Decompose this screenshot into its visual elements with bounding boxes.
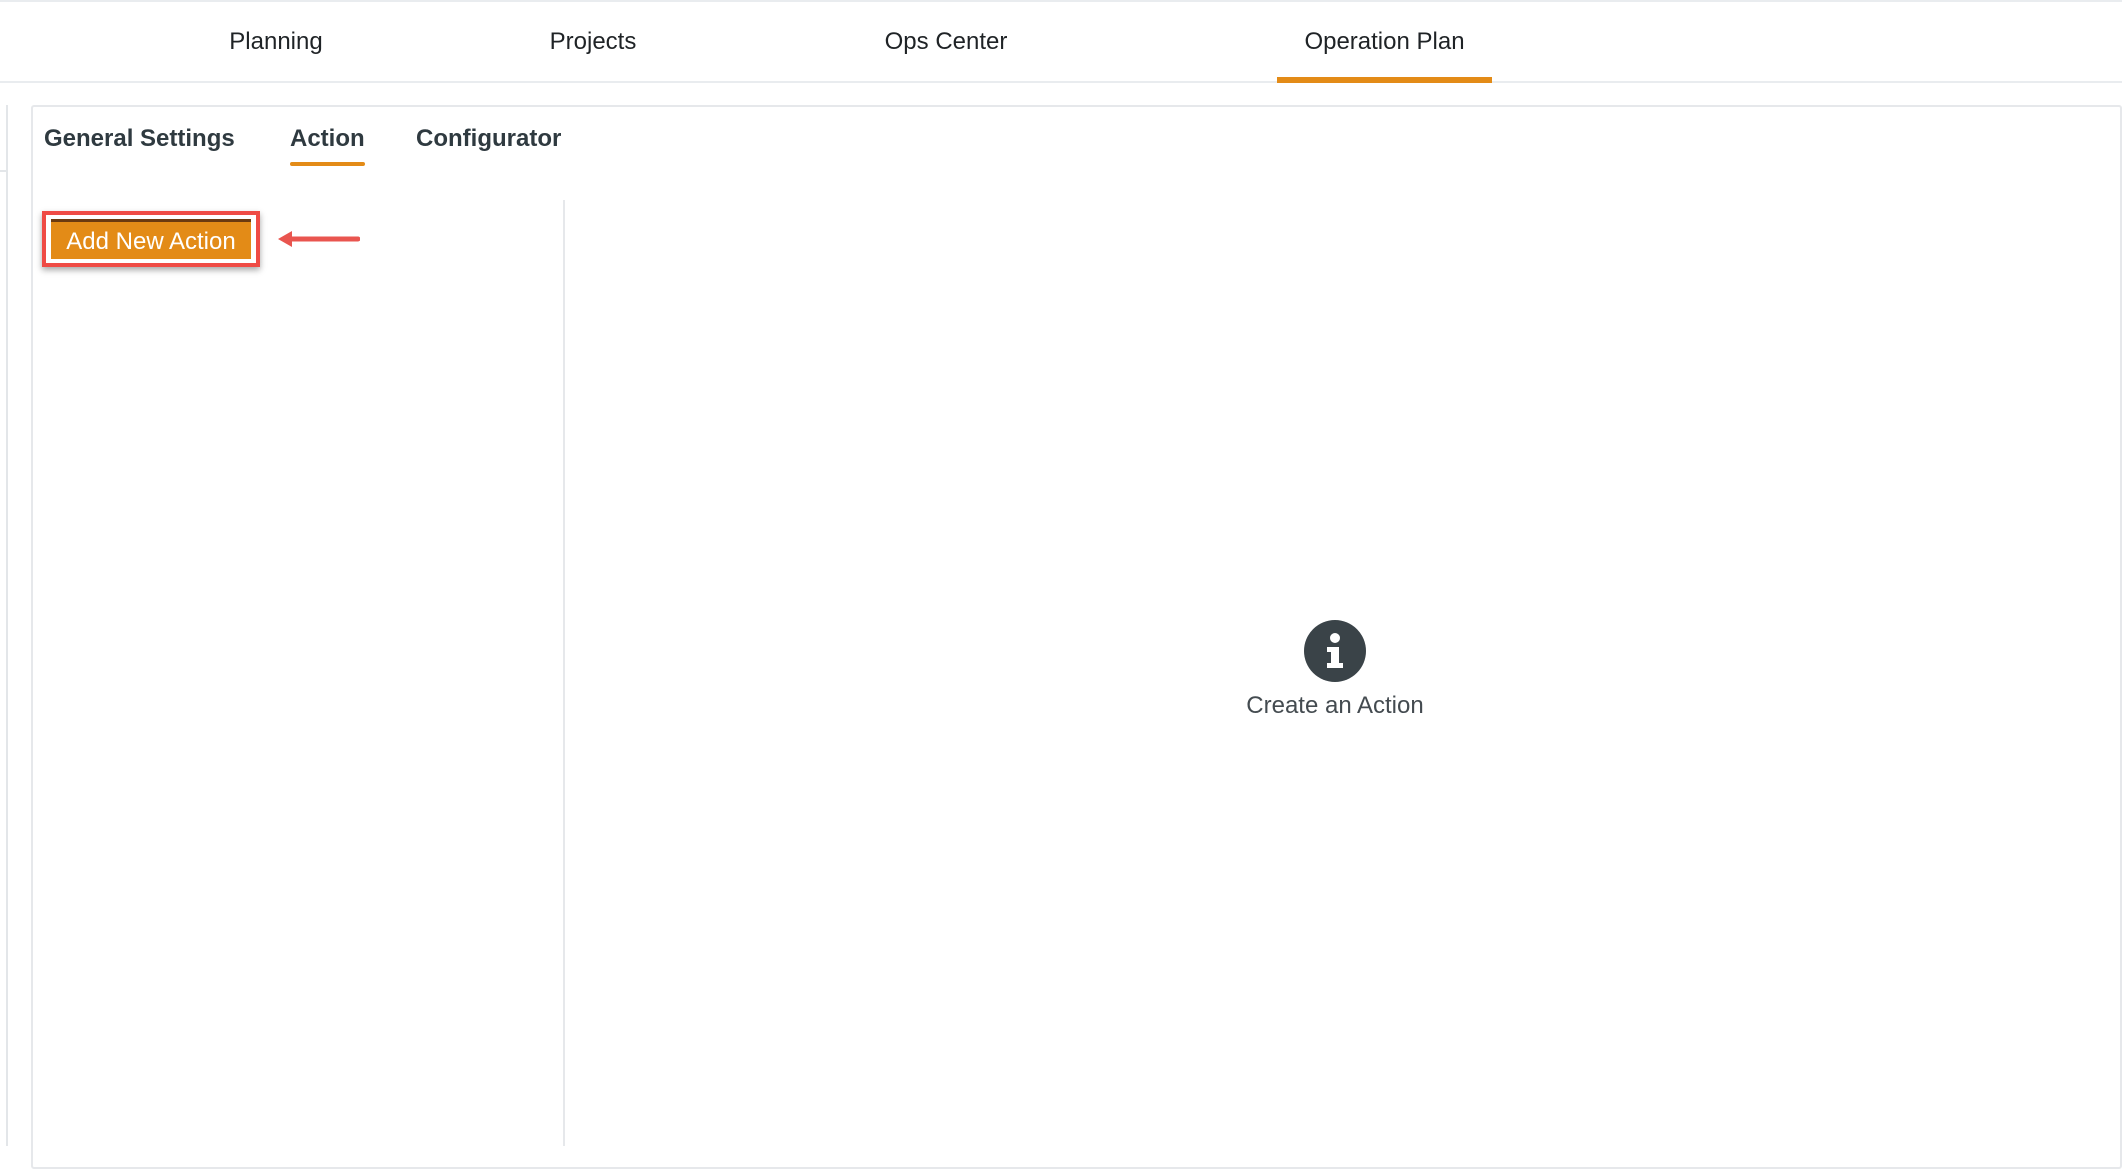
- tab-ops-center-label: Ops Center: [884, 27, 1008, 55]
- tab-planning[interactable]: Planning: [215, 2, 337, 81]
- empty-state: Create an Action: [1160, 620, 1510, 720]
- empty-state-message: Create an Action: [1246, 692, 1424, 719]
- tab-operation-plan[interactable]: Operation Plan: [1277, 2, 1492, 83]
- info-icon: [1304, 620, 1366, 682]
- tab-projects[interactable]: Projects: [535, 2, 651, 81]
- tab-projects-label: Projects: [549, 27, 637, 55]
- subtab-action[interactable]: Action: [290, 120, 365, 166]
- tab-operation-plan-label: Operation Plan: [1304, 27, 1465, 55]
- subtab-general-settings[interactable]: General Settings: [44, 120, 235, 160]
- subtab-configurator-label: Configurator: [416, 125, 562, 152]
- tab-planning-label: Planning: [229, 27, 323, 55]
- top-navigation: Planning Projects Ops Center Operation P…: [0, 2, 2122, 83]
- add-new-action-button[interactable]: Add New Action: [51, 219, 251, 259]
- subtab-general-settings-label: General Settings: [44, 125, 235, 152]
- tab-ops-center[interactable]: Ops Center: [870, 2, 1022, 81]
- pointer-arrow-icon: [278, 231, 360, 247]
- subtab-action-label: Action: [290, 125, 365, 152]
- main-panel: [31, 105, 2122, 1169]
- collapsed-side-panel: [0, 105, 8, 1146]
- subtab-configurator[interactable]: Configurator: [416, 120, 561, 160]
- pane-divider: [563, 200, 565, 1146]
